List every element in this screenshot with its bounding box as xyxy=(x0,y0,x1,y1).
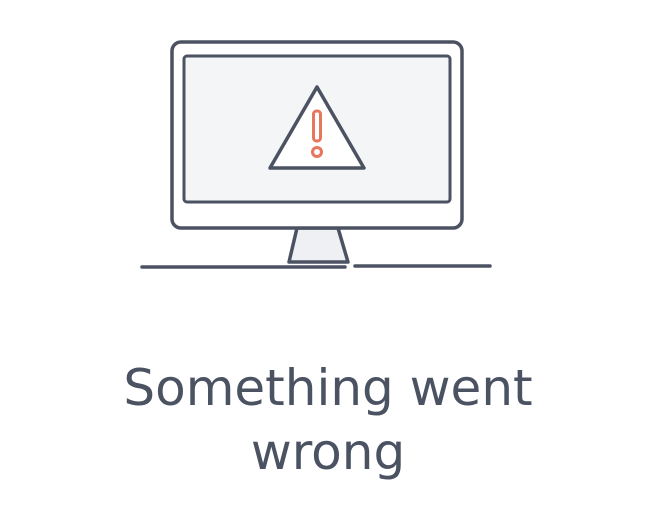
error-message: Something went wrong xyxy=(0,356,656,484)
error-illustration xyxy=(0,0,656,290)
monitor-warning-icon xyxy=(140,40,492,269)
error-message-line-1: Something went xyxy=(123,359,533,417)
desk-line xyxy=(140,264,492,269)
monitor-stand xyxy=(287,226,350,264)
exclamation-dot xyxy=(311,146,323,158)
error-message-line-2: wrong xyxy=(250,423,406,481)
exclamation-bar xyxy=(312,109,322,143)
